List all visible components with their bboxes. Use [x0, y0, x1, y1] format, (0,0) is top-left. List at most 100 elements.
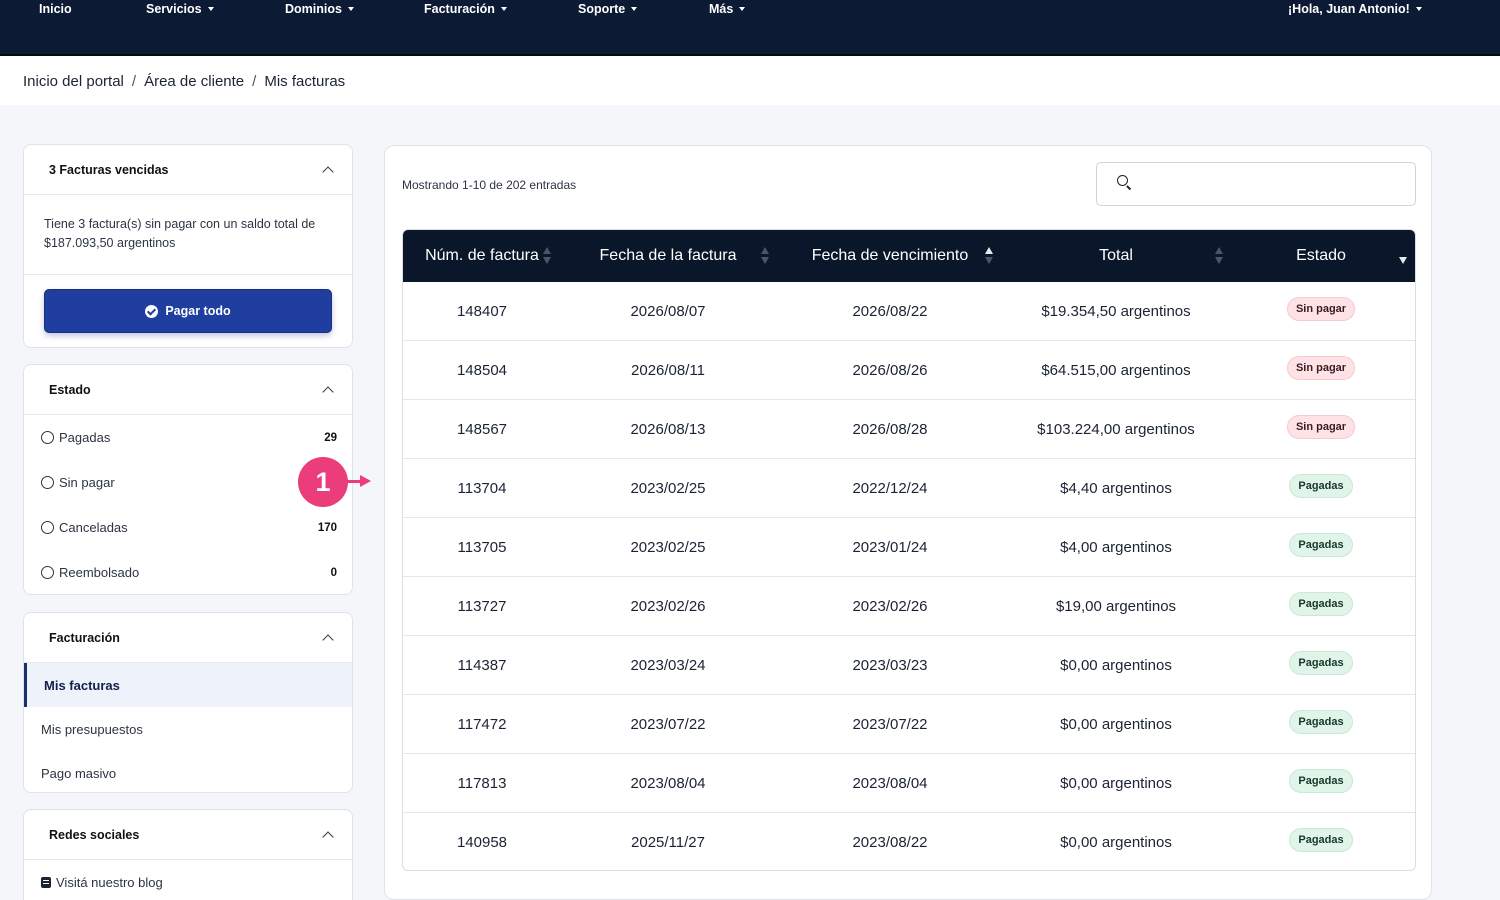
nav-mas[interactable]: Más — [709, 2, 746, 16]
nav-label: Servicios — [146, 2, 202, 16]
user-menu[interactable]: ¡Hola, Juan Antonio! — [1288, 2, 1422, 16]
billing-panel-header[interactable]: Facturación — [24, 613, 352, 663]
pay-all-button[interactable]: Pagar todo — [44, 289, 332, 333]
chevron-up-icon[interactable] — [322, 385, 334, 398]
cell-invoice-number: 148407 — [456, 302, 508, 320]
cell-invoice-number: 114387 — [457, 656, 507, 674]
invoices-table: Núm. de factura Fecha de la factura Fech… — [402, 229, 1416, 871]
breadcrumb-separator: / — [252, 73, 257, 90]
cell-status: Pagadas — [1227, 518, 1415, 576]
nav-label: Inicio — [39, 2, 72, 16]
cell-invoice-number: 140958 — [456, 834, 508, 851]
status-badge: Pagadas — [1289, 591, 1353, 616]
table-row[interactable]: 148504 2026/08/11 2026/08/26 $64.515,00 arg… — [403, 341, 1415, 400]
filter-label-wrap: Sin pagar — [41, 475, 115, 490]
table-row[interactable]: 148567 2026/08/13 2026/08/28 $103.224,00 ar… — [403, 400, 1415, 459]
table-row[interactable]: 117472 2023/07/22 2023/07/22 $0,00 argentin… — [403, 695, 1415, 754]
social-panel-header[interactable]: Redes sociales — [24, 810, 352, 860]
cell-invoice-date: 2023/02/25 — [630, 538, 706, 556]
filter-canceladas[interactable]: Canceladas 170 — [24, 505, 352, 550]
nav-facturacion[interactable]: Facturación — [424, 2, 507, 16]
menu-mis-facturas[interactable]: Mis facturas — [24, 663, 352, 707]
table-row[interactable]: 113705 2023/02/25 2023/01/24 $4,00 argentin… — [403, 518, 1415, 577]
panel-title: Facturación — [49, 630, 120, 645]
blog-icon — [41, 876, 51, 888]
table-row[interactable]: 140958 2025/11/27 2023/08/22 $0,00 argentin… — [403, 813, 1415, 870]
overdue-panel-header[interactable]: 3 Facturas vencidas — [24, 145, 352, 195]
table-row[interactable]: 113704 2023/02/25 2022/12/24 $4,40 argentin… — [403, 459, 1415, 518]
status-badge: Sin pagar — [1286, 414, 1356, 439]
caret-down-icon — [500, 7, 507, 11]
status-badge: Pagadas — [1289, 768, 1353, 793]
cell-invoice-date: 2023/07/22 — [630, 715, 706, 733]
social-link-label: Visitá nuestro blog — [56, 874, 163, 890]
column-label: Estado — [1296, 247, 1346, 264]
nav-soporte[interactable]: Soporte — [578, 2, 638, 16]
column-header-status[interactable]: Estado — [1227, 230, 1415, 282]
cell-total: $103.224,00 argentinos — [1037, 420, 1195, 438]
column-header-total[interactable]: Total — [1005, 230, 1227, 282]
filter-label: Reembolsado — [59, 565, 140, 580]
cell-invoice-number: 148567 — [456, 420, 508, 438]
nav-inicio[interactable]: Inicio — [39, 2, 72, 16]
arrow-right-icon — [360, 475, 371, 487]
breadcrumb: Inicio del portal / Área de cliente / Mi… — [23, 73, 345, 90]
panel-title: Redes sociales — [49, 827, 140, 842]
panel-title: Estado — [49, 382, 91, 397]
cell-status: Pagadas — [1227, 813, 1415, 870]
column-header-invoice-date[interactable]: Fecha de la factura — [561, 230, 775, 282]
table-row[interactable]: 113727 2023/02/26 2023/02/26 $19,00 argenti… — [403, 577, 1415, 636]
nav-label: Dominios — [285, 2, 342, 16]
menu-mis-presupuestos[interactable]: Mis presupuestos — [24, 707, 352, 751]
nav-dominios[interactable]: Dominios — [285, 2, 354, 16]
cell-status: Pagadas — [1227, 459, 1415, 517]
filter-reembolsado[interactable]: Reembolsado 0 — [24, 550, 352, 594]
status-badge: Pagadas — [1289, 473, 1353, 498]
overdue-invoices-panel: 3 Facturas vencidas Tiene 3 factura(s) s… — [23, 144, 353, 348]
nav-label: Más — [709, 2, 734, 16]
table-row[interactable]: 114387 2023/03/24 2023/03/23 $0,00 argentin… — [403, 636, 1415, 695]
table-header: Núm. de factura Fecha de la factura Fech… — [403, 230, 1415, 282]
cell-due-date: 2022/12/24 — [852, 479, 928, 497]
filter-pagadas[interactable]: Pagadas 29 — [24, 415, 352, 460]
column-header-due-date[interactable]: Fecha de vencimiento — [775, 230, 1005, 282]
status-badge: Pagadas — [1289, 532, 1353, 557]
cell-due-date: 2023/07/22 — [852, 715, 928, 733]
billing-menu-panel: Facturación Mis facturas Mis presupuesto… — [23, 612, 353, 793]
search-input[interactable] — [1141, 171, 1401, 197]
sort-ascending-icon — [985, 247, 993, 265]
cell-status: Pagadas — [1227, 754, 1415, 812]
nav-label: Facturación — [424, 2, 495, 16]
column-header-invoice-number[interactable]: Núm. de factura — [403, 230, 561, 282]
table-row[interactable]: 117813 2023/08/04 2023/08/04 $0,00 argentin… — [403, 754, 1415, 813]
chevron-up-icon[interactable] — [322, 633, 334, 646]
table-body: 148407 2026/08/07 2026/08/22 $19.354,50 arg… — [403, 282, 1415, 870]
filter-label: Sin pagar — [59, 475, 115, 490]
cell-invoice-date: 2023/02/26 — [630, 597, 706, 615]
cell-due-date: 2023/03/23 — [852, 656, 928, 674]
caret-down-icon — [739, 7, 746, 11]
cell-total: $0,00 argentinos — [1060, 656, 1172, 674]
filter-label-wrap: Reembolsado — [41, 565, 139, 580]
radio-icon[interactable] — [41, 431, 54, 444]
search-box[interactable] — [1096, 162, 1416, 206]
breadcrumb-separator: / — [131, 73, 137, 90]
cell-due-date: 2023/08/22 — [852, 834, 928, 851]
table-row[interactable]: 148407 2026/08/07 2026/08/22 $19.354,50 arg… — [403, 282, 1415, 341]
radio-icon[interactable] — [41, 476, 54, 489]
menu-pago-masivo[interactable]: Pago masivo — [24, 751, 352, 792]
radio-icon[interactable] — [41, 521, 54, 534]
chevron-up-icon[interactable] — [322, 830, 334, 843]
user-greeting: ¡Hola, Juan Antonio! — [1288, 2, 1410, 16]
social-link-blog[interactable]: Visitá nuestro blog — [24, 860, 352, 900]
breadcrumb-home[interactable]: Inicio del portal — [23, 73, 124, 90]
entries-info: Mostrando 1-10 de 202 entradas — [402, 178, 577, 192]
radio-icon[interactable] — [41, 566, 54, 579]
cell-status: Pagadas — [1227, 636, 1415, 694]
breadcrumb-client-area[interactable]: Área de cliente — [144, 73, 244, 90]
status-panel-header[interactable]: Estado — [24, 365, 352, 415]
cell-total: $19,00 argentinos — [1055, 597, 1177, 615]
nav-servicios[interactable]: Servicios — [146, 2, 214, 16]
cell-invoice-date: 2026/08/13 — [630, 420, 706, 438]
chevron-up-icon[interactable] — [322, 165, 334, 178]
